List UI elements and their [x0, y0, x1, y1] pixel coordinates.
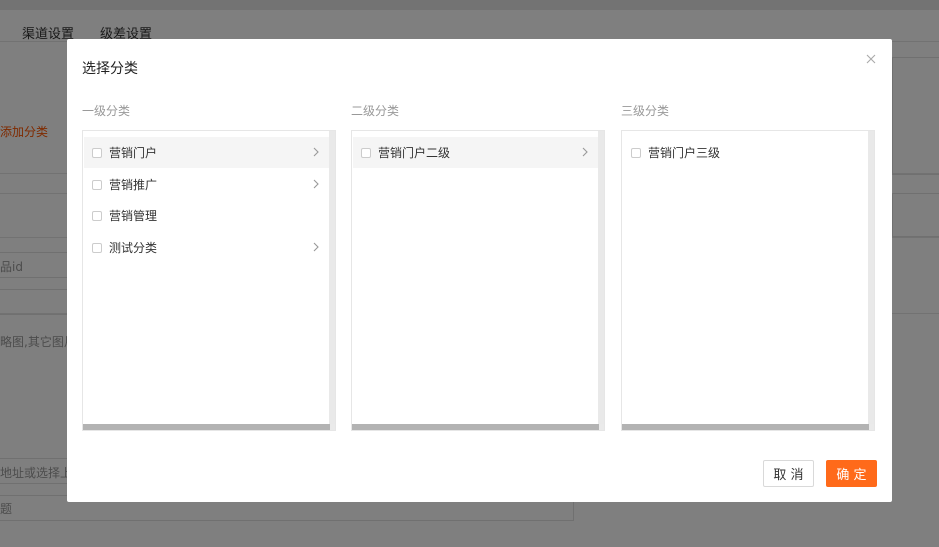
chevron-right-icon	[313, 147, 319, 157]
horizontal-scrollbar[interactable]	[352, 424, 599, 430]
category-label: 测试分类	[109, 241, 158, 255]
checkbox[interactable]	[631, 147, 641, 158]
category-label: 营销门户	[109, 146, 158, 160]
close-icon[interactable]	[864, 53, 878, 67]
category-item[interactable]: 营销门户二级	[353, 137, 599, 168]
checkbox[interactable]	[92, 179, 102, 190]
confirm-button[interactable]: 确 定	[826, 460, 877, 487]
category-label: 营销管理	[109, 209, 158, 223]
vertical-scrollbar[interactable]	[598, 131, 604, 424]
horizontal-scrollbar[interactable]	[83, 424, 330, 430]
category-label: 营销推广	[109, 178, 158, 192]
chevron-right-icon	[313, 242, 319, 252]
checkbox[interactable]	[92, 147, 102, 158]
category-label: 营销门户二级	[378, 146, 451, 160]
select-category-dialog: 选择分类 一级分类 营销门户 营销推广 营销管理 测试分类 二级分类 营销门户二…	[67, 39, 892, 502]
level1-panel: 营销门户 营销推广 营销管理 测试分类	[82, 130, 336, 431]
category-item[interactable]: 营销门户三级	[623, 137, 869, 168]
dialog-title: 选择分类	[82, 61, 138, 77]
level3-label: 三级分类	[621, 104, 670, 118]
checkbox[interactable]	[92, 210, 102, 221]
chevron-right-icon	[313, 179, 319, 189]
cancel-button[interactable]: 取 消	[763, 460, 814, 487]
checkbox[interactable]	[92, 242, 102, 253]
horizontal-scrollbar[interactable]	[622, 424, 869, 430]
category-item[interactable]: 营销管理	[84, 200, 330, 231]
category-item[interactable]: 测试分类	[84, 232, 330, 263]
checkbox[interactable]	[361, 147, 371, 158]
vertical-scrollbar[interactable]	[329, 131, 335, 424]
level1-label: 一级分类	[82, 104, 131, 118]
category-item[interactable]: 营销推广	[84, 169, 330, 200]
category-label: 营销门户三级	[648, 146, 721, 160]
chevron-right-icon	[582, 147, 588, 157]
vertical-scrollbar[interactable]	[868, 131, 874, 424]
category-item[interactable]: 营销门户	[84, 137, 330, 168]
level2-label: 二级分类	[351, 104, 400, 118]
level3-panel: 营销门户三级	[621, 130, 875, 431]
level2-panel: 营销门户二级	[351, 130, 605, 431]
